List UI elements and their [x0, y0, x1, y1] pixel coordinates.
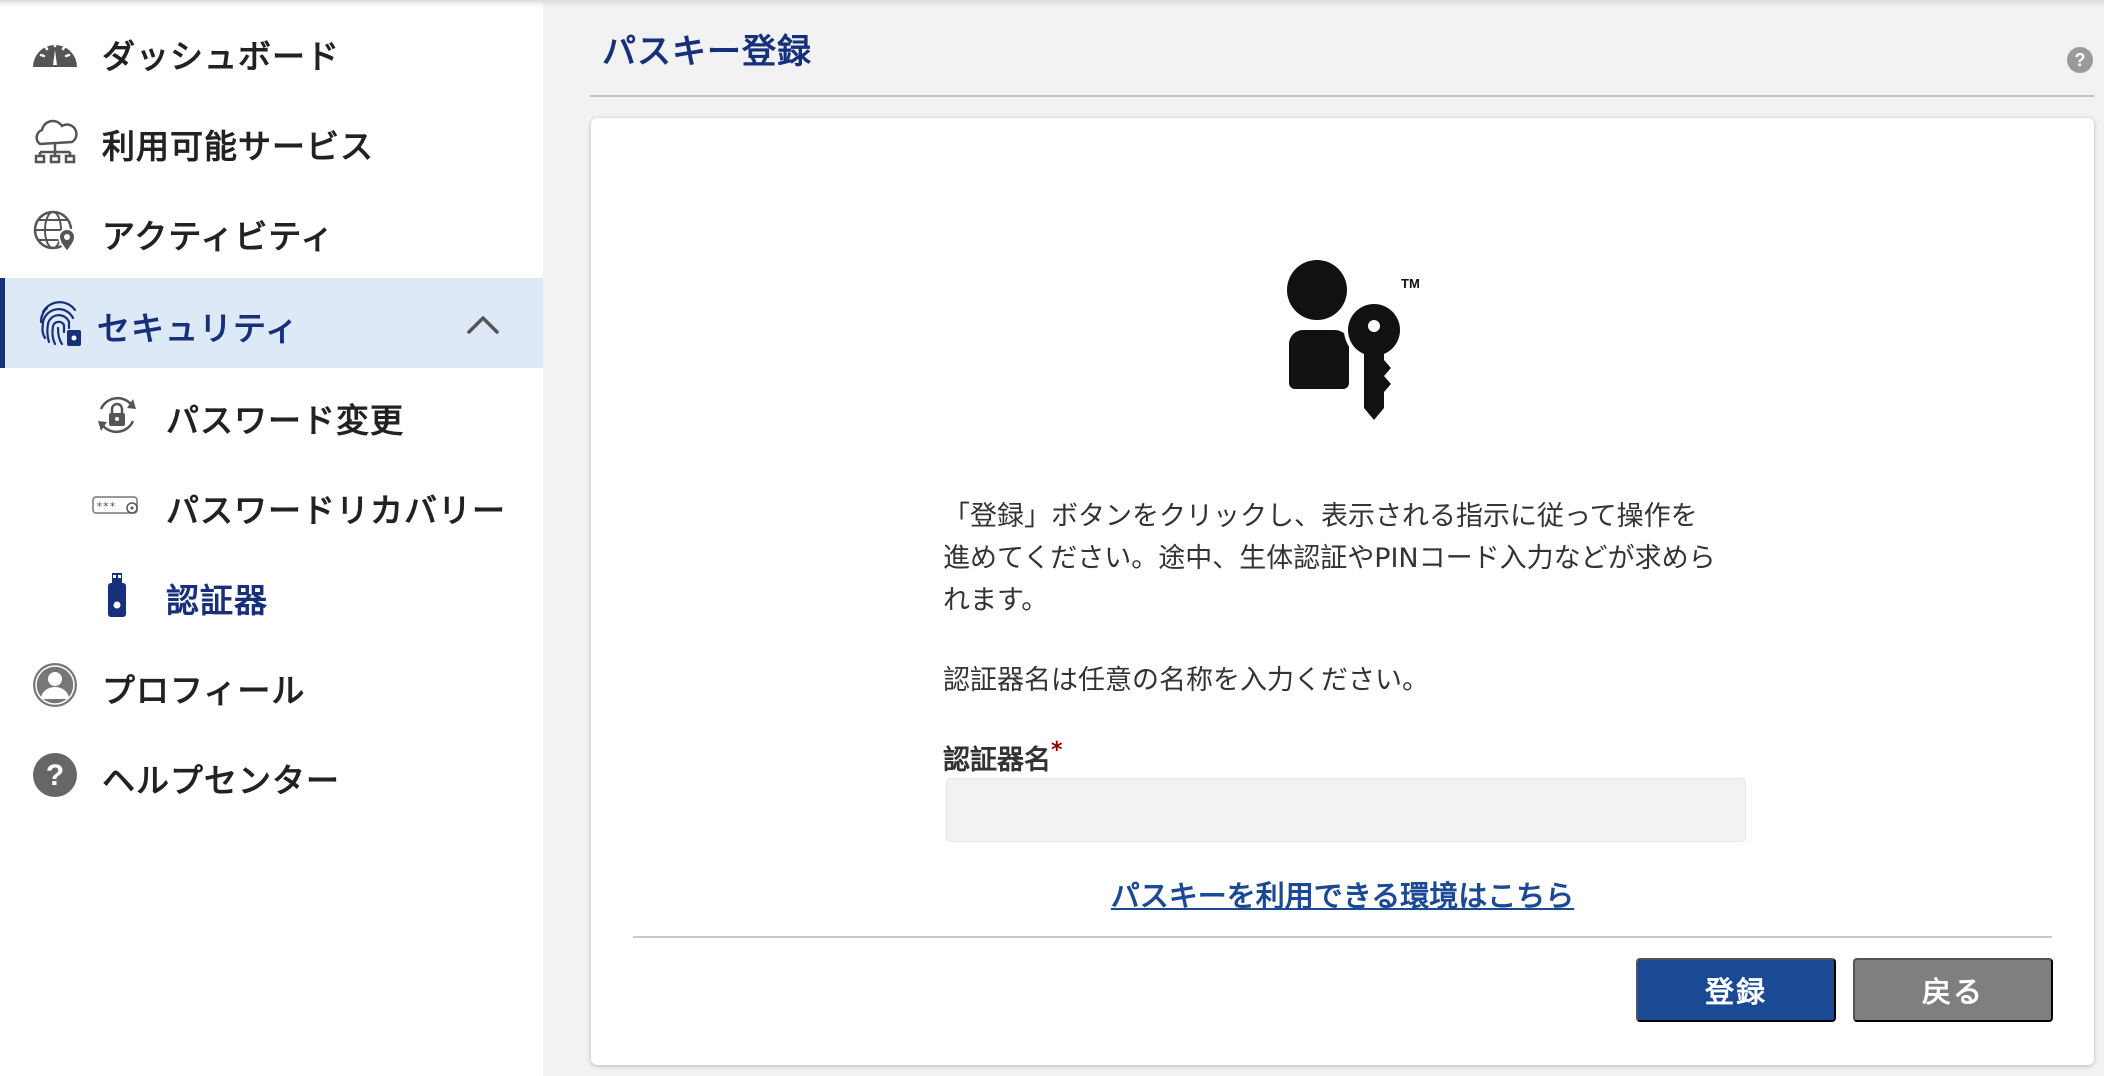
user-circle-icon	[30, 662, 80, 708]
fingerprint-lock-icon	[35, 300, 85, 346]
sidebar-item-label: パスワードリカバリー	[166, 491, 506, 530]
sidebar-item-label: アクティビティ	[102, 217, 335, 256]
required-mark: *	[1051, 738, 1063, 763]
passkey-user-key-icon: TM	[1251, 228, 1491, 428]
svg-text:?: ?	[2075, 50, 2086, 70]
help-circle-icon: ?	[30, 752, 80, 798]
password-field-icon: ***	[92, 482, 142, 528]
card-divider	[633, 936, 2052, 938]
sidebar-item-label: セキュリティ	[97, 309, 300, 348]
dashboard-gauge-icon	[30, 28, 80, 74]
authenticator-name-label: 認証器名*	[943, 738, 1063, 777]
globe-location-icon	[30, 208, 80, 254]
sidebar-item-label: 利用可能サービス	[102, 127, 374, 166]
sidebar-item-label: ヘルプセンター	[102, 761, 340, 800]
svg-text:***: ***	[96, 500, 116, 513]
sidebar-subitem-password-recovery[interactable]: *** パスワードリカバリー	[0, 460, 543, 550]
instruction-line: れます。	[943, 585, 1049, 616]
back-button[interactable]: 戻る	[1853, 958, 2053, 1022]
security-key-icon	[92, 572, 142, 618]
top-shadow	[0, 0, 2104, 7]
instruction-line: 「登録」ボタンをクリックし、表示される指示に従って操作を	[943, 501, 1698, 532]
sidebar-subitem-password-change[interactable]: パスワード変更	[0, 370, 543, 460]
sidebar-item-dashboard[interactable]: ダッシュボード	[0, 6, 543, 96]
cloud-network-icon	[30, 118, 80, 164]
title-divider	[590, 95, 2094, 97]
sidebar-item-profile[interactable]: プロフィール	[0, 640, 543, 730]
sidebar-item-label: プロフィール	[102, 671, 306, 710]
page-title: パスキー登録	[602, 32, 812, 72]
sidebar-item-help[interactable]: ? ヘルプセンター	[0, 730, 543, 820]
help-icon[interactable]: ?	[2066, 46, 2094, 74]
sidebar-item-activity[interactable]: アクティビティ	[0, 186, 543, 276]
trademark-label: TM	[1401, 276, 1420, 291]
sidebar-item-label: ダッシュボード	[102, 37, 340, 76]
field-label-text: 認証器名	[943, 745, 1051, 776]
passkey-registration-card: TM 「登録」ボタンをクリックし、表示される指示に従って操作を 進めてください。…	[591, 118, 2094, 1065]
sidebar-item-label: パスワード変更	[166, 401, 404, 440]
sidebar-subitem-authenticator[interactable]: 認証器	[0, 550, 543, 640]
register-button[interactable]: 登録	[1636, 958, 1836, 1022]
supported-environments-link[interactable]: パスキーを利用できる環境はこちら	[591, 873, 2094, 915]
sidebar-item-label: 認証器	[166, 581, 268, 620]
instruction-line: 進めてください。途中、生体認証やPINコード入力などが求めら	[943, 543, 1716, 574]
svg-text:?: ?	[46, 759, 64, 792]
sidebar-item-services[interactable]: 利用可能サービス	[0, 96, 543, 186]
sidebar-item-security[interactable]: セキュリティ	[0, 278, 543, 368]
authenticator-name-field[interactable]	[946, 778, 1746, 842]
lock-refresh-icon	[92, 392, 142, 438]
authenticator-name-hint: 認証器名は任意の名称を入力ください。	[943, 665, 1429, 696]
chevron-up-icon[interactable]	[463, 308, 503, 338]
instruction-text: 「登録」ボタンをクリックし、表示される指示に従って操作を 進めてください。途中、…	[943, 496, 1763, 622]
sidebar: ダッシュボード 利用可能サービス アクティビティ セキュリティ パスワード変更 …	[0, 0, 543, 1076]
